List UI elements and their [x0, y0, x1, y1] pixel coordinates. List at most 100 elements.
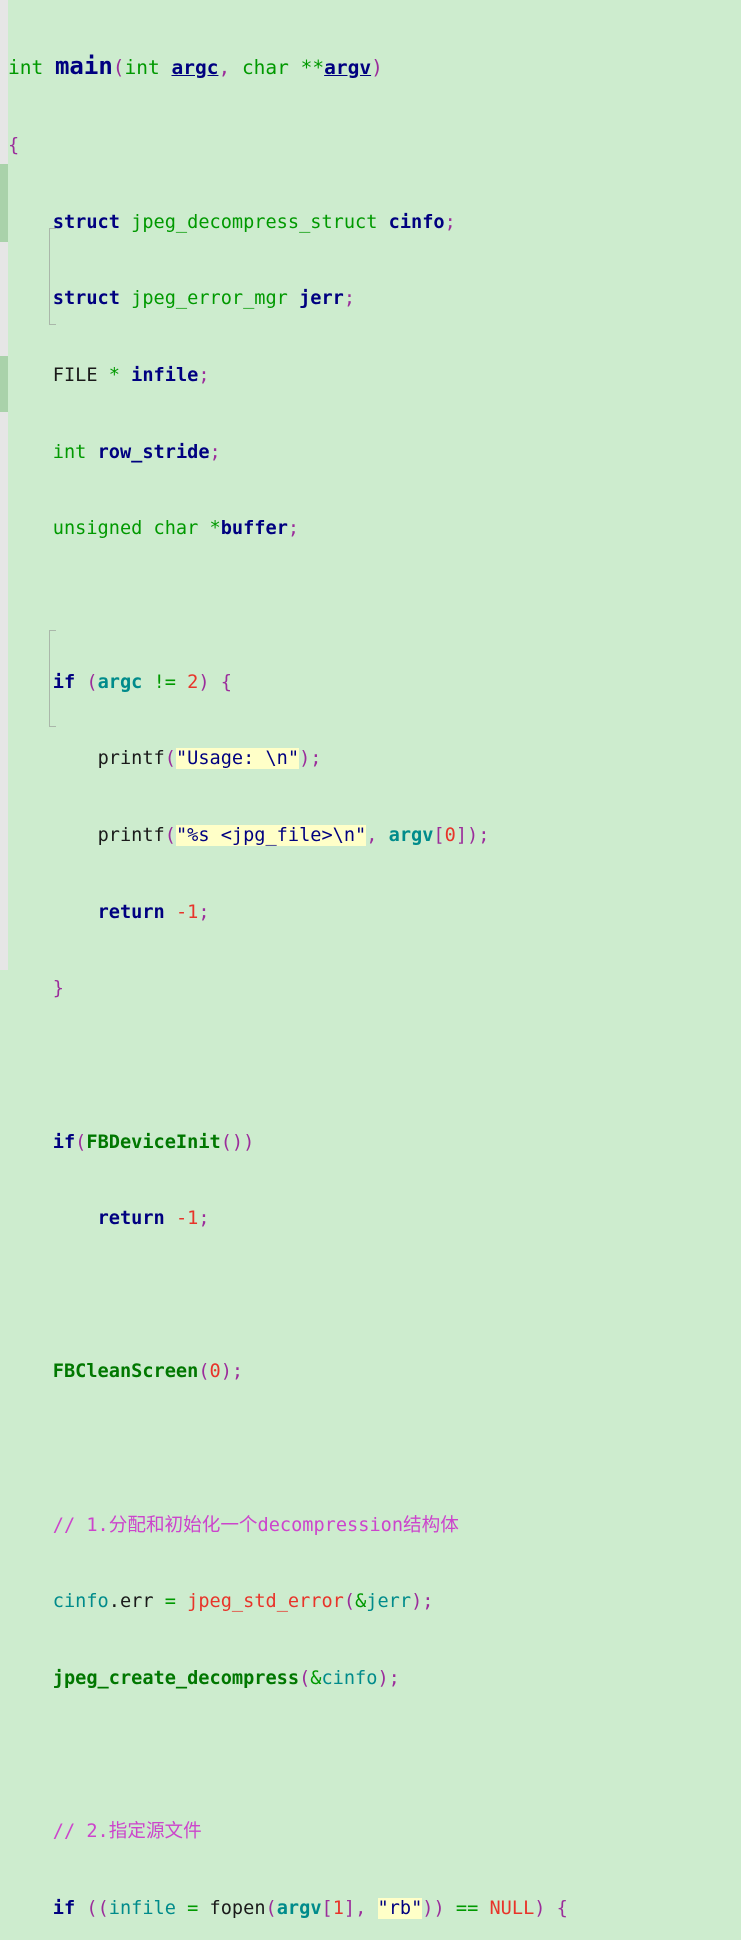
token-op-star: *: [209, 518, 221, 540]
token-brace-open: {: [8, 135, 20, 157]
token-ident-cinfo: cinfo: [321, 1668, 378, 1689]
token-var-cinfo: cinfo: [388, 211, 445, 233]
code-line: return -1;: [8, 900, 741, 926]
token-keyword-if: if: [52, 671, 76, 693]
token-semicolon: ;: [444, 211, 456, 233]
token-function-main: main: [54, 52, 113, 81]
token-paren: ): [198, 671, 210, 693]
token-op-addr: &: [310, 1668, 322, 1689]
token-function-printf: printf: [97, 748, 165, 770]
code-line: if (argc != 2) {: [8, 670, 741, 696]
token-semicolon: ;: [388, 1668, 400, 1689]
code-line: struct jpeg_error_mgr jerr;: [8, 286, 741, 312]
token-type: int: [8, 56, 55, 80]
token-semicolon: ;: [198, 1208, 210, 1230]
code-line: return -1;: [8, 1206, 741, 1232]
token-bracket: [: [321, 1897, 333, 1919]
token-brace-open: {: [220, 671, 232, 693]
token-ident-infile: infile: [108, 1897, 176, 1919]
token-paren: ): [220, 1361, 232, 1383]
token-paren: ): [377, 1668, 389, 1689]
code-line: int main(int argc, char **argv): [8, 51, 741, 82]
token-op-ne: !=: [153, 671, 176, 693]
token-type: jpeg_decompress_struct: [119, 211, 389, 233]
token-string: "%s <jpg_file>\n": [175, 824, 367, 846]
token-paren: ): [243, 1131, 255, 1153]
token-semicolon: ;: [478, 824, 490, 846]
token-semicolon: ;: [422, 1591, 434, 1613]
token-paren: ): [231, 1131, 244, 1153]
token-string: "Usage: \n": [175, 748, 300, 770]
token-brace-close: }: [52, 978, 64, 1000]
token-paren: (: [299, 1668, 311, 1689]
token-paren: (: [265, 1897, 277, 1919]
token-paren: (: [220, 1131, 232, 1153]
token-paren: (: [86, 671, 98, 693]
token-function-jpeg-std-error: jpeg_std_error: [187, 1591, 344, 1613]
code-editor-view[interactable]: int main(int argc, char **argv) { struct…: [0, 0, 741, 1919]
token-comment: // 1.分配和初始化一个decompression结构体: [52, 1514, 459, 1536]
code-line: int row_stride;: [8, 440, 741, 466]
token-number: 0: [209, 1361, 221, 1383]
token-comment: // 2.指定源文件: [52, 1821, 202, 1843]
token-keyword-return: return: [97, 1208, 165, 1230]
token-keyword-struct: struct: [52, 288, 120, 310]
code-line: // 2.指定源文件: [8, 1819, 741, 1845]
token-type-int: int: [52, 441, 87, 463]
token-string: "rb": [377, 1897, 423, 1919]
code-line: // 1.分配和初始化一个decompression结构体: [8, 1513, 741, 1539]
token-paren: (: [164, 824, 176, 846]
token-op: **: [300, 56, 325, 80]
token-function-fbcleanscreen: FBCleanScreen: [52, 1361, 199, 1383]
token-var-buffer: buffer: [220, 518, 288, 540]
token-brace-open: {: [556, 1897, 568, 1919]
token-semicolon: ;: [343, 288, 356, 310]
token-param-argv: argv: [388, 824, 434, 846]
token-paren: (: [343, 1591, 356, 1613]
token-semicolon: ;: [287, 518, 300, 540]
token-function-jpeg-create-decompress: jpeg_create_decompress: [52, 1668, 300, 1689]
source-code[interactable]: int main(int argc, char **argv) { struct…: [8, 0, 741, 1940]
token-keyword-return: return: [97, 901, 165, 923]
code-line: if(FBDeviceInit()): [8, 1130, 741, 1156]
token-function-fbdeviceinit: FBDeviceInit: [86, 1131, 221, 1153]
token-var-row-stride: row_stride: [97, 441, 210, 463]
token-type: int: [124, 56, 172, 80]
token-op-addr: &: [355, 1591, 367, 1613]
token-type: char: [241, 56, 301, 80]
code-line: jpeg_create_decompress(&cinfo);: [8, 1666, 741, 1692]
token-paren: ): [467, 824, 479, 846]
token-semicolon: ;: [209, 441, 221, 463]
token-number: -1: [175, 1208, 199, 1230]
token-semicolon: ;: [198, 901, 210, 923]
token-function-fopen: fopen: [209, 1897, 266, 1919]
change-marker-gutter: [0, 0, 8, 970]
token-member-err: .err: [108, 1591, 154, 1613]
code-line: printf("%s <jpg_file>\n", argv[0]);: [8, 823, 741, 849]
token-paren: ((: [86, 1897, 109, 1919]
token-type: jpeg_error_mgr: [119, 288, 300, 310]
token-paren: ): [534, 1897, 546, 1919]
code-line: cinfo.err = jpeg_std_error(&jerr);: [8, 1589, 741, 1615]
token-semicolon: ;: [310, 748, 322, 770]
